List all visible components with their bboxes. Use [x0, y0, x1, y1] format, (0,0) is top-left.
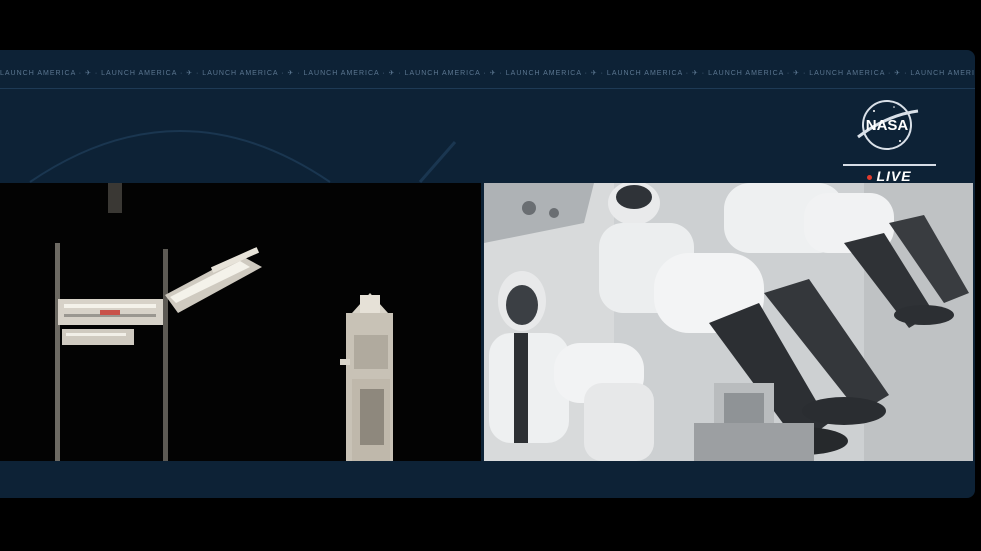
video-player-frame: LAUNCH AMERICA · ✈ · LAUNCH AMERICA · ✈ … — [0, 0, 981, 551]
svg-text:NASA: NASA — [866, 117, 909, 134]
live-dot-icon — [867, 174, 873, 180]
live-bar-divider — [843, 164, 936, 166]
ticker-strip: LAUNCH AMERICA · ✈ · LAUNCH AMERICA · ✈ … — [0, 70, 975, 77]
launch-tower-video-icon — [0, 183, 481, 461]
nasa-logo-icon: NASA — [857, 100, 919, 150]
right-video-feed[interactable] — [484, 183, 973, 461]
ticker-divider — [0, 88, 975, 89]
left-video-feed[interactable] — [0, 183, 481, 461]
crew-cabin-video-icon — [484, 183, 973, 461]
live-text: LIVE — [876, 168, 912, 184]
